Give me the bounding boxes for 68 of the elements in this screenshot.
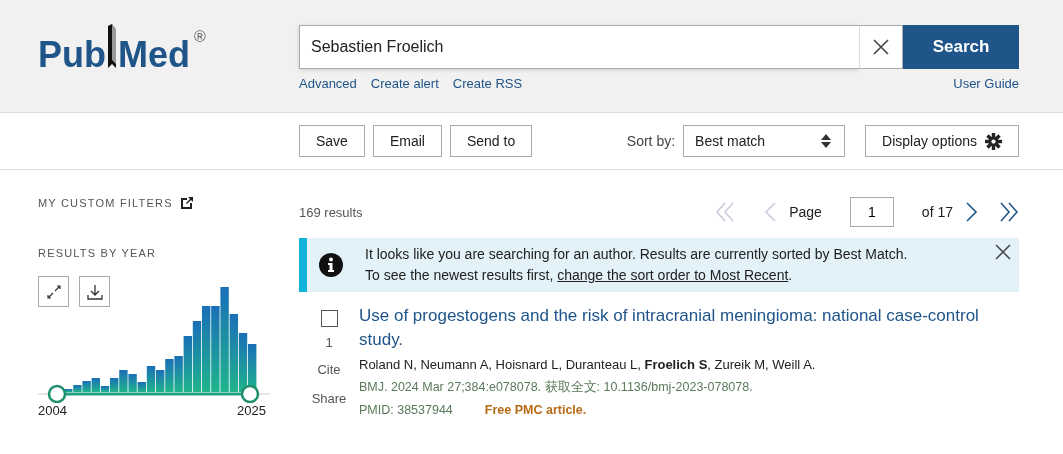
histogram-bar[interactable] xyxy=(192,321,202,392)
histogram-bar[interactable] xyxy=(238,333,248,392)
expand-icon xyxy=(46,284,61,299)
histogram-bar[interactable] xyxy=(174,356,183,392)
page-field[interactable]: 1 xyxy=(849,197,894,227)
histogram-bar[interactable] xyxy=(110,378,119,392)
logo-text: Med xyxy=(118,34,190,76)
external-link-icon[interactable] xyxy=(180,197,193,209)
clear-button[interactable] xyxy=(859,25,903,69)
histogram-bar[interactable] xyxy=(91,378,100,392)
notice-text: It looks like you are searching for an author. Results are currently sorted by Best Match. To see the newest results first, change the sort order to Most Recent. xyxy=(365,245,909,285)
cite-link[interactable]: Cite xyxy=(317,362,341,377)
histogram-bar[interactable] xyxy=(229,314,238,392)
toolbar-button[interactable]: Save xyxy=(299,125,365,157)
page-label: Page xyxy=(789,204,822,220)
range-handle[interactable] xyxy=(240,384,260,403)
author-list: Roland N, Neumann A, Hoisnard L, Duranteau L, Froelich S, Zureik M, Weill A. xyxy=(359,357,1019,372)
close-icon[interactable] xyxy=(995,244,1011,260)
search-link[interactable]: Advanced xyxy=(299,76,357,91)
search-link[interactable]: Create RSS xyxy=(452,76,523,91)
section-heading: MY CUSTOM FILTERS xyxy=(38,197,173,209)
histogram-bar[interactable] xyxy=(128,374,137,392)
year-label: 2004 xyxy=(38,403,67,418)
results-count: 169 results xyxy=(299,204,363,220)
next-page-icon[interactable] xyxy=(965,202,979,222)
search-field[interactable]: Sebastien Froelich xyxy=(299,25,859,69)
close-icon xyxy=(872,38,890,56)
histogram-bar[interactable] xyxy=(100,386,110,392)
book-icon xyxy=(106,24,118,70)
range-handle[interactable] xyxy=(47,384,67,403)
select-checkbox[interactable] xyxy=(320,310,338,327)
histogram-bar[interactable] xyxy=(73,385,82,392)
histogram-bar[interactable] xyxy=(119,370,128,392)
up-down-icon xyxy=(820,133,833,149)
download-button[interactable] xyxy=(79,276,110,307)
year-label: 2025 xyxy=(237,403,266,418)
histogram-bar[interactable] xyxy=(156,370,165,392)
histogram-bar[interactable] xyxy=(220,287,229,392)
display-options-button[interactable]: Display options xyxy=(865,125,1019,157)
share-link[interactable]: Share xyxy=(311,391,347,406)
sort-dropdown[interactable]: Best match xyxy=(683,125,846,157)
user-guide-link[interactable]: User Guide xyxy=(953,76,1019,91)
histogram-bar[interactable] xyxy=(183,336,192,392)
pmid-text: PMID: 38537944 xyxy=(359,403,453,417)
last-page-icon[interactable] xyxy=(999,202,1019,222)
page-total: of 17 xyxy=(921,204,953,220)
registered-mark: ® xyxy=(194,28,206,46)
toolbar-button[interactable]: Email xyxy=(372,125,442,157)
histogram-bar[interactable] xyxy=(202,306,211,392)
section-heading: RESULTS BY YEAR xyxy=(38,247,157,259)
info-icon xyxy=(319,253,343,277)
search-link[interactable]: Create alert xyxy=(370,76,439,91)
gear-icon xyxy=(985,132,1002,150)
result-number: 1 xyxy=(325,335,333,350)
expand-button[interactable] xyxy=(38,276,69,307)
logo-text: Pub xyxy=(38,34,106,76)
histogram-bar[interactable] xyxy=(165,359,174,392)
download-icon xyxy=(86,283,103,300)
sort-label: Sort by: xyxy=(626,133,676,149)
article-title-link[interactable]: Use of progestogens and the risk of intracranial meningioma: national case-control study. xyxy=(359,304,1019,352)
search-button[interactable]: Search xyxy=(903,25,1019,69)
free-article-label: Free PMC article. xyxy=(484,403,587,417)
histogram-bar[interactable] xyxy=(82,381,91,392)
histogram-bar[interactable] xyxy=(137,382,146,392)
toolbar-button[interactable]: Send to xyxy=(449,125,533,157)
journal-citation: BMJ. 2024 Mar 27;384:e078078. 获取全文: 10.1136/bmj-2023-078078. xyxy=(359,379,754,396)
histogram-bar[interactable] xyxy=(146,366,156,392)
histogram-bar[interactable] xyxy=(211,306,220,392)
